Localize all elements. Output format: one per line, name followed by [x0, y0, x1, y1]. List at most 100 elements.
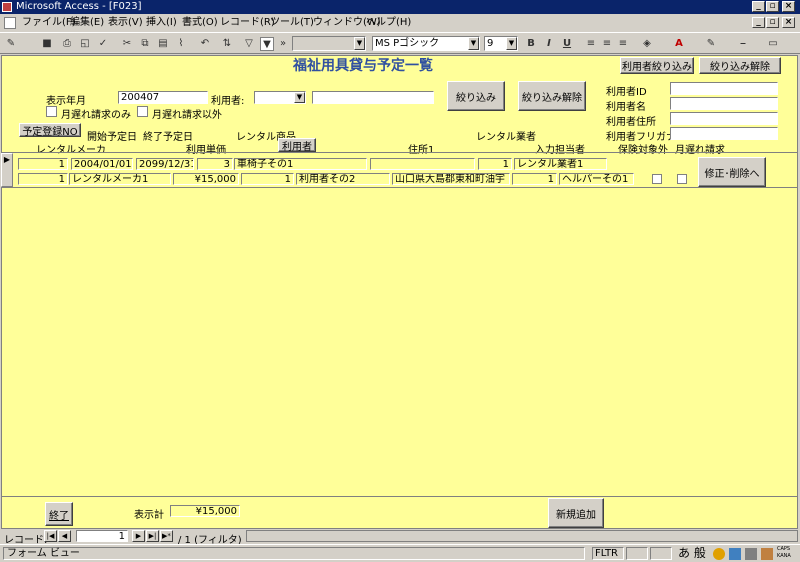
filter-release-button[interactable]: 絞り込み解除 — [518, 81, 586, 111]
user-id-field[interactable] — [670, 82, 778, 95]
new-record-icon: ▶* — [162, 532, 171, 540]
font-color-icon[interactable]: A — [672, 37, 686, 51]
toolbar-overflow-icon[interactable]: » — [276, 37, 290, 51]
schedule-no-cell[interactable]: 1 — [18, 158, 68, 170]
font-name-combo[interactable]: MS Pゴシック ▼ — [372, 36, 480, 51]
new-record-nav-button[interactable]: ▶* — [160, 530, 173, 542]
schedule-no-sort-button[interactable]: 予定登録NO — [19, 123, 81, 138]
save-icon[interactable]: ■ — [40, 37, 54, 51]
maker-name-cell[interactable]: レンタルメーカ1 — [69, 173, 171, 185]
form-icon[interactable] — [4, 17, 16, 29]
user-select[interactable]: ▼ — [254, 91, 306, 104]
user-address-field[interactable] — [670, 112, 778, 125]
copy-icon[interactable]: ⧉ — [138, 37, 152, 51]
status-filter: FLTR — [592, 547, 624, 560]
vendor-name-cell[interactable]: レンタル業者1 — [514, 158, 607, 170]
item-name-cell[interactable]: 車椅子その1 — [234, 158, 367, 170]
dictionary-icon[interactable] — [729, 548, 741, 560]
menu-edit[interactable]: 編集(E) — [70, 14, 104, 32]
filter-button[interactable]: 絞り込み — [447, 81, 505, 111]
first-record-button[interactable]: |◀ — [44, 530, 57, 542]
print-preview-icon[interactable]: ◱ — [78, 37, 92, 51]
menu-file[interactable]: ファイル(F) — [22, 14, 76, 32]
current-record-icon: ▶ — [3, 155, 11, 164]
user-sort-button[interactable]: 利用者 — [278, 138, 316, 153]
window-title: Microsoft Access - [F023] — [16, 1, 142, 12]
ime-mode[interactable]: あ 般 — [678, 546, 706, 561]
fill-color-icon[interactable]: ◈ — [640, 37, 654, 51]
display-month-input[interactable]: 200407 — [118, 91, 208, 104]
child-minimize-button[interactable]: _ — [752, 17, 765, 28]
line-width-icon[interactable]: ⎯ — [736, 37, 750, 51]
align-left-icon[interactable]: ≡ — [584, 37, 598, 51]
user-address-label: 利用者住所 — [606, 117, 656, 128]
menu-format[interactable]: 書式(O) — [182, 14, 218, 32]
cut-icon[interactable]: ✂ — [120, 37, 134, 51]
formatting-toolbar: ✎ ■ ⎙ ◱ ✓ ✂ ⧉ ▤ ⌇ ↶ ⇅ ▽ ▼ » ▼ MS Pゴシック ▼ … — [0, 32, 800, 54]
pad-icon[interactable] — [745, 548, 757, 560]
child-close-button[interactable]: × — [782, 17, 795, 28]
next-record-button[interactable]: ▶ — [132, 530, 145, 542]
insurance-excluded-checkbox[interactable] — [652, 174, 662, 184]
late-billing-checkbox[interactable] — [677, 174, 687, 184]
menu-insert[interactable]: 挿入(I) — [146, 14, 177, 32]
child-restore-button[interactable]: ▫ — [766, 17, 779, 28]
design-view-icon[interactable]: ✎ — [4, 37, 18, 51]
maker-no-cell[interactable]: 1 — [18, 173, 68, 185]
restore-button[interactable]: ▫ — [766, 1, 779, 12]
menu-view[interactable]: 表示(V) — [108, 14, 143, 32]
first-record-icon: |◀ — [46, 532, 55, 540]
undo-icon[interactable]: ↶ — [198, 37, 212, 51]
menu-help[interactable]: ヘルプ(H) — [366, 14, 411, 32]
record-selector[interactable]: ▶ — [1, 153, 13, 187]
sort-icon[interactable]: ⇅ — [220, 37, 234, 51]
bold-button[interactable]: B — [524, 37, 538, 51]
staff-name-cell[interactable]: ヘルパーその1 — [559, 173, 634, 185]
filter-release-top-button[interactable]: 絞り込み解除 — [699, 57, 781, 74]
align-right-icon[interactable]: ≡ — [616, 37, 630, 51]
user-name-cell[interactable]: 利用者その2 — [296, 173, 390, 185]
line-color-icon[interactable]: ✎ — [704, 37, 718, 51]
menu-record[interactable]: レコード(R) — [220, 14, 275, 32]
minimize-button[interactable]: _ — [752, 1, 765, 12]
format-painter-icon[interactable]: ⌇ — [174, 37, 188, 51]
staff-no-cell[interactable]: 1 — [512, 173, 557, 185]
menu-tools[interactable]: ツール(T) — [270, 14, 314, 32]
user-no-cell[interactable]: 1 — [241, 173, 294, 185]
late-only-checkbox[interactable] — [46, 106, 57, 117]
item-extra-cell[interactable] — [370, 158, 475, 170]
apply-filter-icon[interactable]: ▼ — [260, 37, 274, 51]
item-no-cell[interactable]: 3 — [197, 158, 233, 170]
user-furigana-field[interactable] — [670, 127, 778, 140]
last-record-button[interactable]: ▶| — [146, 530, 159, 542]
end-date-cell[interactable]: 2099/12/31 — [136, 158, 194, 170]
current-record-input[interactable]: 1 — [76, 530, 128, 542]
new-record-button[interactable]: 新規追加 — [548, 498, 604, 528]
help-icon[interactable] — [761, 548, 773, 560]
start-date-cell[interactable]: 2004/01/01 — [71, 158, 133, 170]
ime-icon[interactable] — [713, 548, 725, 560]
display-month-label: 表示年月 — [46, 96, 86, 107]
unit-price-cell[interactable]: ¥15,000 — [173, 173, 239, 185]
late-except-checkbox[interactable] — [137, 106, 148, 117]
vendor-no-cell[interactable]: 1 — [478, 158, 512, 170]
prev-record-button[interactable]: ◀ — [58, 530, 71, 542]
print-icon[interactable]: ⎙ — [60, 37, 74, 51]
paste-icon[interactable]: ▤ — [156, 37, 170, 51]
special-effect-icon[interactable]: ▭ — [766, 37, 780, 51]
chevron-down-icon: ▼ — [468, 37, 479, 50]
close-button[interactable]: × — [782, 1, 795, 12]
object-combo[interactable]: ▼ — [292, 36, 366, 51]
align-center-icon[interactable]: ≡ — [600, 37, 614, 51]
underline-button[interactable]: U — [560, 37, 574, 51]
horizontal-scrollbar[interactable] — [246, 530, 798, 542]
italic-button[interactable]: I — [542, 37, 556, 51]
spelling-icon[interactable]: ✓ — [96, 37, 110, 51]
user-name-field[interactable] — [670, 97, 778, 110]
font-size-combo[interactable]: 9 ▼ — [484, 36, 518, 51]
address1-cell[interactable]: 山口県大島郡東和町油宇 — [392, 173, 510, 185]
filter-user-button[interactable]: 利用者絞り込み — [620, 57, 694, 74]
edit-delete-button[interactable]: 修正･削除へ — [698, 157, 766, 187]
exit-button[interactable]: 終了 — [45, 502, 73, 526]
filter-selection-icon[interactable]: ▽ — [242, 37, 256, 51]
